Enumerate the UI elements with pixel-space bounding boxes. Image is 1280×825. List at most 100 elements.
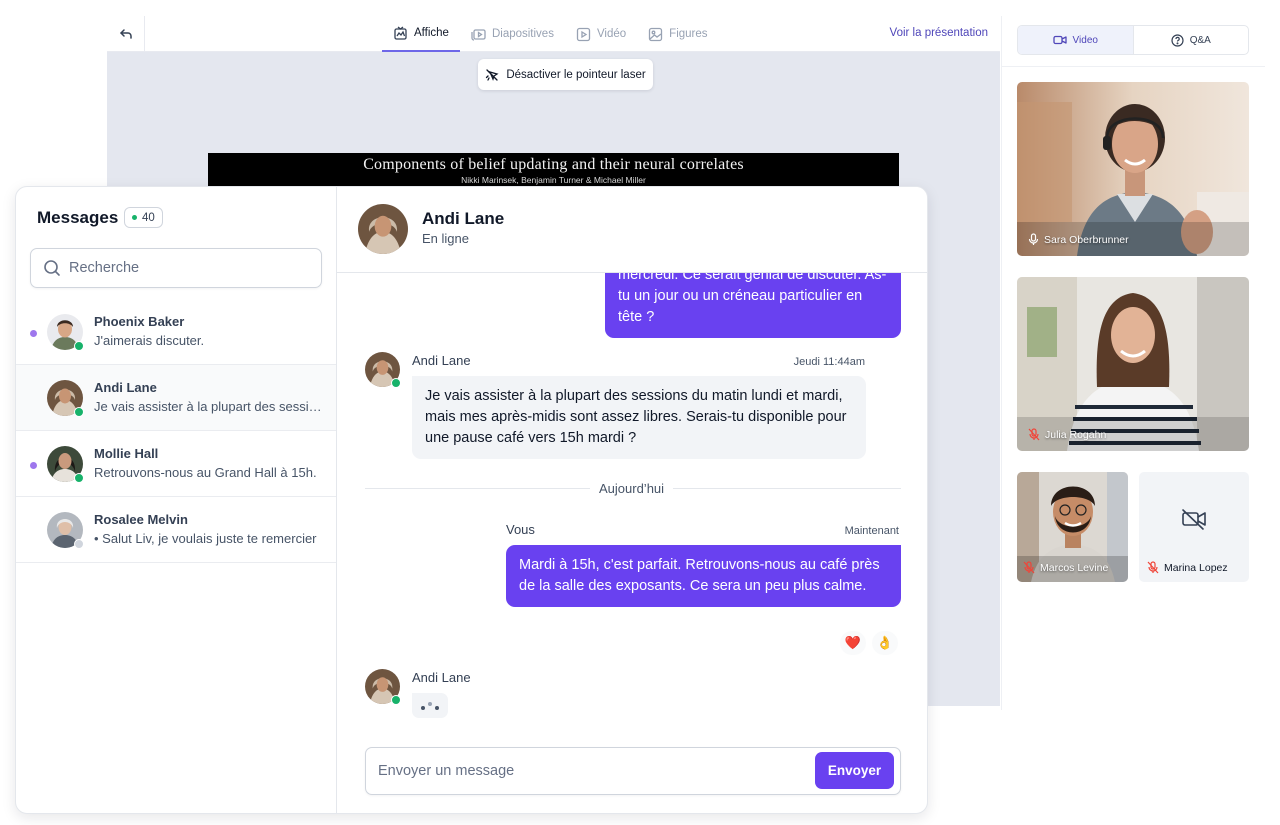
avatar [358,204,408,254]
conversation-preview: Retrouvons-nous au Grand Hall à 15h. [94,465,317,480]
image-icon [649,27,663,41]
tab-label: Diapositives [491,28,554,40]
participant-video-tile[interactable]: Marcos Levine [1017,472,1128,582]
participant-label: Julia Rogahn [1028,428,1106,441]
tab-qa[interactable]: Q&A [1134,26,1249,54]
participant-label: Marina Lopez [1147,561,1228,574]
message-sender: Andi Lane [412,670,471,685]
tab-diapositives[interactable]: Diapositives [460,16,565,52]
online-status-dot [391,378,401,388]
view-presentation-link[interactable]: Voir la présentation [890,27,988,39]
search-icon [44,260,60,276]
slides-icon [471,28,486,41]
avatar-image [358,204,408,254]
participant-video [1017,82,1249,256]
microphone-muted-icon [1028,428,1040,441]
presentation-toolbar: Affiche Diapositives Vidéo Figures Voir … [107,16,1000,52]
message-count-badge: 40 [124,207,163,228]
search-field[interactable] [30,248,322,288]
divider [1002,66,1265,67]
conversation-preview: • Salut Liv, je voulais juste te remerci… [94,531,317,546]
message-input[interactable] [378,760,798,782]
search-input[interactable] [69,260,299,276]
microphone-muted-icon [1023,561,1035,574]
participant-name: Marina Lopez [1164,561,1228,574]
message-sender: Vous [506,522,535,537]
message-text: mercredi. Ce serait génial de discuter. … [618,267,887,325]
message-time: Jeudi 11:44am [793,356,865,368]
online-status-dot [74,341,84,351]
tab-video-panel[interactable]: Video [1018,26,1134,54]
microphone-muted-icon [1147,561,1159,574]
poster-slide: Components of belief updating and their … [208,153,899,187]
avatar [365,352,401,388]
tab-label: Video [1072,34,1098,46]
tab-label: Vidéo [596,28,627,40]
laser-pointer-off-icon [486,68,499,81]
laser-button-label: Désactiver le pointeur laser [506,68,646,81]
video-camera-icon [1052,35,1067,45]
tab-label: Affiche [414,27,449,39]
unread-dot [30,330,37,337]
conversation-name: Mollie Hall [94,446,159,461]
typing-indicator [412,693,448,718]
unread-dot [30,462,37,469]
tab-label: Q&A [1189,34,1211,46]
conversation-preview: J'aimerais discuter. [94,333,205,348]
tab-video[interactable]: Vidéo [565,16,637,52]
tab-label: Figures [669,28,708,40]
message-text: Je vais assister à la plupart des sessio… [425,388,847,446]
chat-panel: mercredi. Ce serait génial de discuter. … [337,187,927,813]
avatar [365,669,401,705]
participant-video-tile[interactable]: Julia Rogahn [1017,277,1249,451]
conversation-item[interactable]: Rosalee Melvin • Salut Liv, je voulais j… [16,497,336,563]
avatar [47,314,84,351]
online-status-dot [391,695,401,705]
message-time: Maintenant [844,525,899,537]
video-panel: Video Q&A Sara Oberbrunner Julia Rogahn … [1001,16,1265,710]
conversation-item[interactable]: Mollie Hall Retrouvons-nous au Grand Hal… [16,431,336,497]
undo-arrow-icon [119,29,132,39]
back-button[interactable] [107,16,145,52]
question-circle-icon [1171,33,1184,47]
status-dot [132,215,137,220]
online-status-dot [74,407,84,417]
message-count: 40 [142,211,155,224]
slide-title: Components of belief updating and their … [363,156,744,173]
participant-video-tile[interactable]: Sara Oberbrunner [1017,82,1249,256]
message-sender: Andi Lane [412,353,471,368]
online-status-dot [74,473,84,483]
message-text: Mardi à 15h, c'est parfait. Retrouvons-n… [519,557,880,594]
reaction-heart[interactable]: ❤️ [840,631,866,655]
avatar [47,512,84,549]
participant-label: Marcos Levine [1023,561,1108,574]
participant-name: Sara Oberbrunner [1044,233,1129,246]
slide-authors: Nikki Marinsek, Benjamin Turner & Michae… [461,175,646,185]
participant-video-tile[interactable]: Marina Lopez [1139,472,1249,582]
avatar [47,446,84,483]
conversation-item[interactable]: Phoenix Baker J'aimerais discuter. [16,299,336,365]
message-reactions: ❤️ 👌 [840,631,898,655]
participant-video [1017,277,1249,451]
offline-status-dot [74,539,84,549]
avatar [47,380,84,417]
message-composer: Envoyer [365,747,901,795]
video-play-icon [576,27,591,41]
participant-label: Sara Oberbrunner [1028,233,1129,246]
chat-contact-name: Andi Lane [422,209,505,228]
poster-icon [394,25,407,40]
tab-affiche[interactable]: Affiche [382,16,460,52]
presentation-tabs: Affiche Diapositives Vidéo Figures [382,16,719,52]
laser-pointer-toggle-button[interactable]: Désactiver le pointeur laser [478,59,653,90]
conversation-list-panel: Messages 40 Phoenix Baker J'aimerais dis… [16,187,337,813]
participant-name: Marcos Levine [1040,561,1109,574]
conversation-name: Rosalee Melvin [94,512,188,527]
chat-header: Andi Lane En ligne [337,187,927,273]
conversation-name: Andi Lane [94,380,157,395]
tab-figures[interactable]: Figures [637,16,718,52]
date-divider-label: Aujourd’hui [590,481,674,496]
conversation-item[interactable]: Andi Lane Je vais assister à la plupart … [16,365,336,431]
send-button[interactable]: Envoyer [815,752,894,789]
camera-off-icon [1182,509,1206,530]
reaction-ok-hand[interactable]: 👌 [872,631,898,655]
